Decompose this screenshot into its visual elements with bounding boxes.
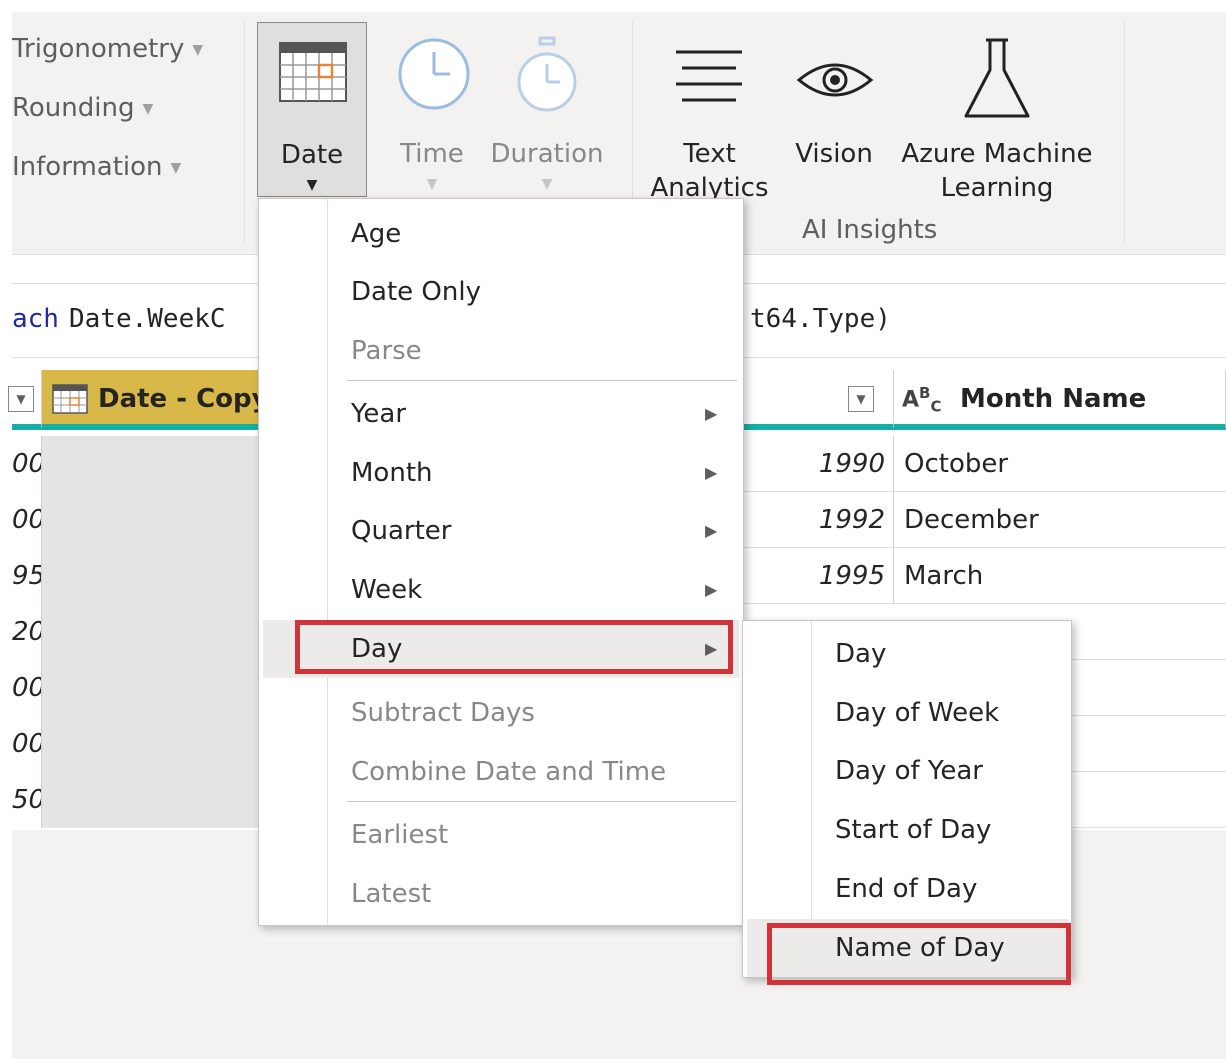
date-button[interactable]: Date ▼ [257, 22, 367, 197]
menu-gutter [327, 199, 328, 925]
ribbon-divider [1124, 22, 1125, 242]
submenu-item-day-of-week[interactable]: Day of Week [835, 684, 999, 742]
calendar-icon [52, 384, 88, 414]
filter-dropdown-icon[interactable]: ▼ [848, 386, 874, 412]
ribbon-divider [244, 22, 245, 242]
formula-keyword: ach [12, 304, 59, 334]
caret-down-icon: ▼ [170, 159, 182, 176]
menu-separator [347, 380, 737, 381]
trigonometry-dropdown[interactable]: Trigonometry ▼ [12, 34, 203, 64]
vision-button[interactable]: Vision [784, 22, 884, 197]
formula-text-left: Date.WeekC [69, 304, 226, 334]
text-lines-icon [676, 50, 742, 102]
stopwatch-icon [517, 36, 577, 112]
menu-item-age[interactable]: Age [351, 205, 401, 263]
column-header-year[interactable]: ▼ [742, 370, 894, 430]
menu-separator [347, 801, 737, 802]
chevron-right-icon: ▶ [705, 580, 718, 599]
menu-item-month[interactable]: Month ▶ [351, 444, 731, 502]
menu-item-date-only[interactable]: Date Only [351, 263, 481, 321]
caret-down-icon: ▼ [426, 176, 438, 192]
submenu-item-start-of-day[interactable]: Start of Day [835, 801, 991, 859]
column-header-first[interactable]: ▼ [8, 370, 42, 430]
text-type-icon: ABC [902, 384, 942, 416]
flask-icon [964, 38, 1030, 118]
filter-dropdown-icon[interactable]: ▼ [8, 386, 34, 412]
menu-item-week[interactable]: Week ▶ [351, 561, 731, 619]
caret-down-icon: ▼ [142, 100, 154, 117]
chevron-right-icon: ▶ [705, 463, 718, 482]
column-header-date-copy[interactable]: Date - Copy [42, 370, 282, 430]
time-button[interactable]: Time ▼ [382, 22, 482, 197]
menu-item-earliest[interactable]: Earliest [351, 806, 448, 864]
menu-item-latest[interactable]: Latest [351, 865, 431, 923]
menu-item-parse[interactable]: Parse [351, 322, 422, 380]
menu-item-quarter[interactable]: Quarter ▶ [351, 502, 731, 560]
column-header-month-name[interactable]: ABC Month Name [894, 370, 1226, 430]
duration-button[interactable]: Duration ▼ [482, 22, 612, 197]
ai-insights-group-label: AI Insights [802, 215, 938, 245]
eye-icon [796, 63, 874, 97]
submenu-item-day-of-year[interactable]: Day of Year [835, 742, 983, 800]
rounding-dropdown[interactable]: Rounding ▼ [12, 93, 153, 123]
menu-item-combine-date-and-time[interactable]: Combine Date and Time [351, 743, 666, 801]
date-menu: Age Date Only Parse Year ▶ Month ▶ Quart… [258, 198, 744, 926]
submenu-item-end-of-day[interactable]: End of Day [835, 860, 977, 918]
chevron-right-icon: ▶ [705, 404, 718, 423]
highlight-box-name-of-day [767, 923, 1071, 985]
formula-text-right: t64.Type) [750, 304, 891, 334]
day-submenu: Day Day of Week Day of Year Start of Day… [742, 620, 1072, 985]
menu-item-year[interactable]: Year ▶ [351, 385, 731, 443]
caret-down-icon: ▼ [306, 177, 318, 193]
chevron-right-icon: ▶ [705, 521, 718, 540]
submenu-item-day[interactable]: Day [835, 625, 886, 683]
clock-icon [398, 38, 470, 110]
highlight-box-day [295, 620, 733, 674]
caret-down-icon: ▼ [192, 41, 204, 58]
information-dropdown[interactable]: Information ▼ [12, 152, 181, 182]
caret-down-icon: ▼ [541, 176, 553, 192]
azure-machine-learning-button[interactable]: Azure Machine Learning [892, 22, 1102, 212]
calendar-icon [279, 42, 347, 102]
menu-item-subtract-days[interactable]: Subtract Days [351, 684, 535, 742]
text-analytics-button[interactable]: Text Analytics [642, 22, 777, 212]
